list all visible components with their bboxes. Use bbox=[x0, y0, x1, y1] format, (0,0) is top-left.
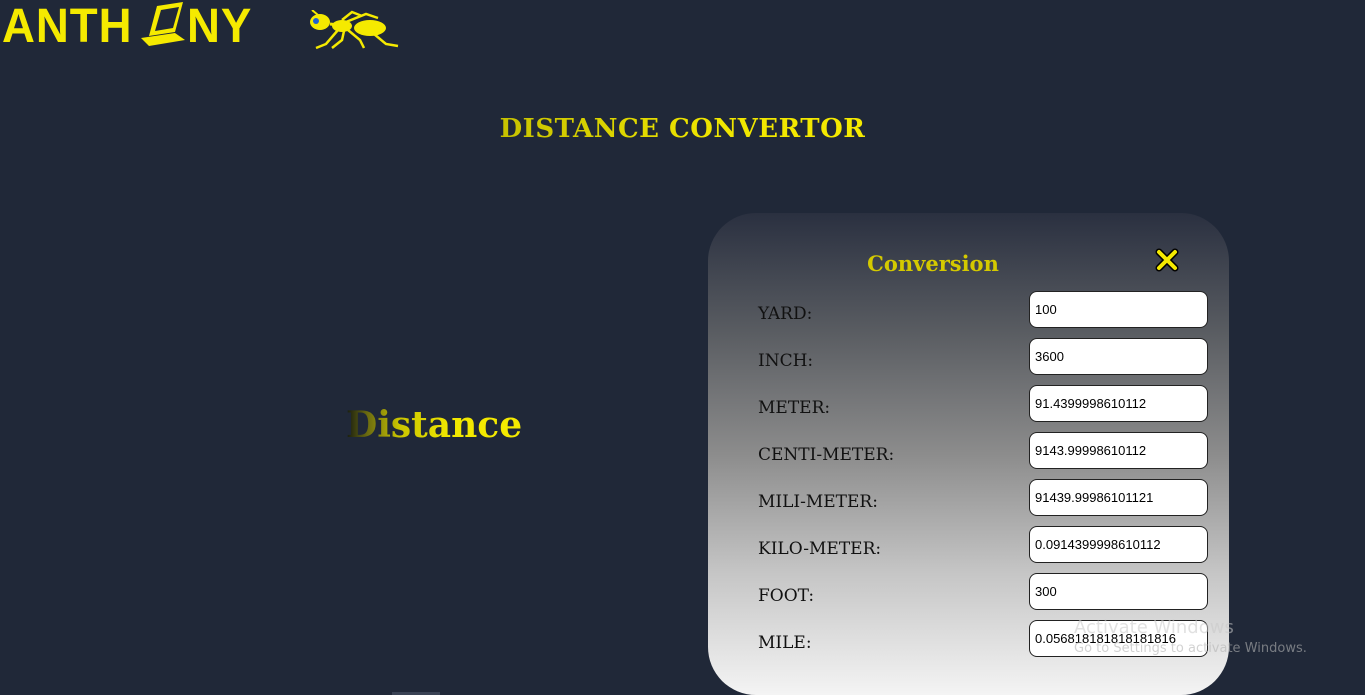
row-meter: METER: bbox=[758, 385, 1210, 435]
laptop-icon bbox=[141, 2, 186, 46]
yard-input[interactable] bbox=[1029, 291, 1208, 328]
page-title-text: DISTANCE CONVERTOR bbox=[499, 114, 866, 144]
page-title: DISTANCE CONVERTOR bbox=[0, 114, 1365, 144]
logo[interactable]: ANTH NY bbox=[2, 2, 256, 52]
row-centimeter: CENTI-METER: bbox=[758, 432, 1210, 482]
centimeter-label: CENTI-METER: bbox=[758, 445, 895, 465]
distance-heading: Distance bbox=[346, 404, 523, 446]
inch-input[interactable] bbox=[1029, 338, 1208, 375]
centimeter-input[interactable] bbox=[1029, 432, 1208, 469]
foot-label: FOOT: bbox=[758, 586, 815, 606]
millimeter-input[interactable] bbox=[1029, 479, 1208, 516]
kilometer-label: KILO-METER: bbox=[758, 539, 882, 559]
ant-icon bbox=[310, 10, 399, 50]
row-kilometer: KILO-METER: bbox=[758, 526, 1210, 576]
conversion-panel: Conversion YARD: INCH: METER: CENTI-METE… bbox=[708, 213, 1229, 695]
row-yard: YARD: bbox=[758, 291, 1210, 341]
millimeter-label: MILI-METER: bbox=[758, 492, 878, 512]
mile-label: MILE: bbox=[758, 633, 812, 653]
meter-input[interactable] bbox=[1029, 385, 1208, 422]
logo-text-end: NY bbox=[187, 0, 253, 53]
inch-label: INCH: bbox=[758, 351, 814, 371]
foot-input[interactable] bbox=[1029, 573, 1208, 610]
logo-text-start: ANTH bbox=[2, 0, 133, 53]
kilometer-input[interactable] bbox=[1029, 526, 1208, 563]
page: ANTH NY DISTANCE CONVERTOR Distance Conv… bbox=[0, 0, 1365, 695]
panel-title: Conversion bbox=[867, 251, 999, 276]
yard-label: YARD: bbox=[758, 304, 813, 324]
row-foot: FOOT: bbox=[758, 573, 1210, 623]
mile-input[interactable] bbox=[1029, 620, 1208, 657]
meter-label: METER: bbox=[758, 398, 831, 418]
row-inch: INCH: bbox=[758, 338, 1210, 388]
row-millimeter: MILI-METER: bbox=[758, 479, 1210, 529]
row-mile: MILE: bbox=[758, 620, 1210, 670]
close-x-icon[interactable] bbox=[1155, 248, 1179, 272]
